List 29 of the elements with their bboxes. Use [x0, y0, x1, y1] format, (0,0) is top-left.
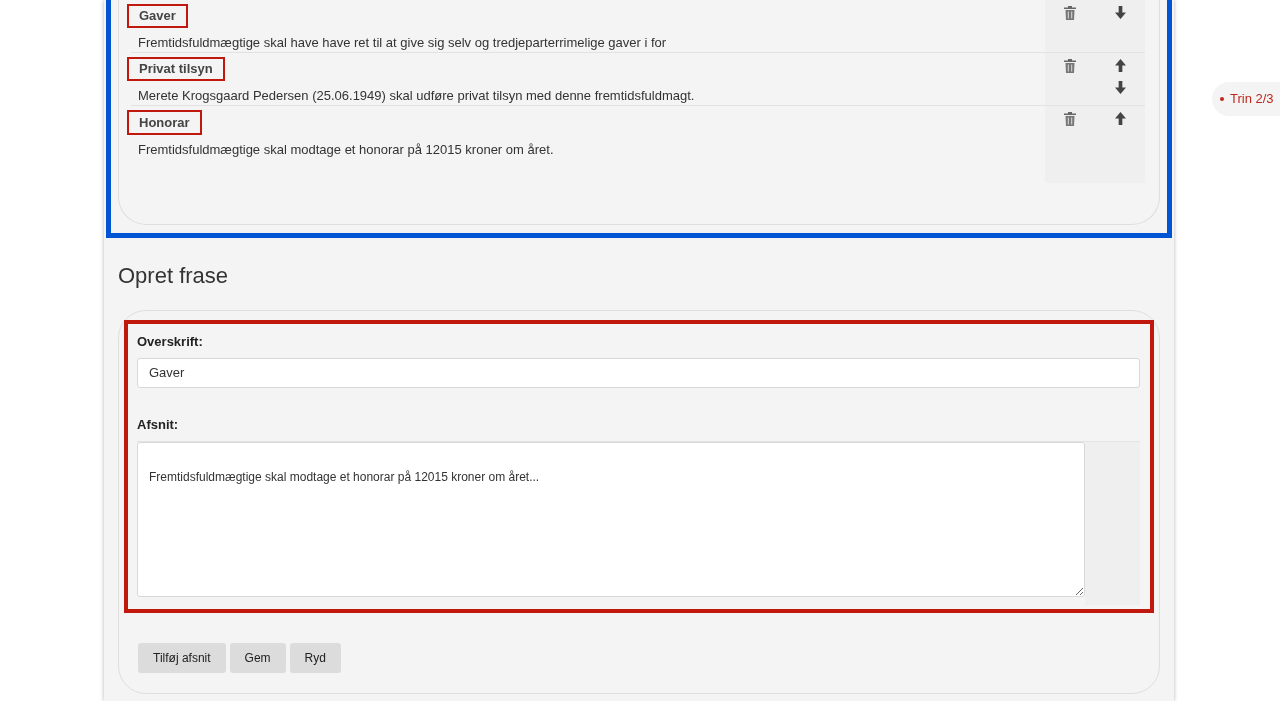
trash-icon — [1064, 112, 1076, 126]
delete-button[interactable] — [1064, 59, 1076, 73]
arrow-down-icon — [1114, 6, 1126, 19]
phrase-title: Honorar — [127, 110, 202, 135]
trash-icon — [1064, 6, 1076, 20]
trash-icon — [1064, 59, 1076, 73]
delete-button[interactable] — [1064, 6, 1076, 20]
section-heading: Opret frase — [118, 262, 230, 290]
move-up-button[interactable] — [1114, 112, 1126, 125]
section-textarea[interactable]: Fremtidsfuldmægtige skal modtage et honorar på 12015 kroner om året... — [137, 442, 1085, 597]
arrow-up-icon — [1114, 59, 1126, 72]
phrase-title: Privat tilsyn — [127, 57, 225, 81]
phrase-text: Fremtidsfuldmægtige skal modtage et honorar på 12015 kroner om året. — [138, 140, 555, 159]
move-down-button[interactable] — [1114, 6, 1126, 19]
delete-button[interactable] — [1064, 112, 1076, 126]
form-button[interactable]: Ryd — [289, 643, 341, 673]
arrow-down-icon — [1114, 81, 1126, 94]
phrase-title: Gaver — [127, 4, 188, 28]
title-input[interactable]: Gaver — [137, 357, 1140, 388]
field-label: Overskrift: — [137, 333, 204, 351]
phrase-text: Merete Krogsgaard Pedersen (25.06.1949) skal udføre privat tilsyn med denne fremtidsfuldmagt. — [138, 86, 696, 105]
move-down-button[interactable] — [1114, 81, 1126, 94]
field-label: Afsnit: — [137, 415, 180, 434]
move-up-button[interactable] — [1114, 59, 1126, 72]
phrase-text: Fremtidsfuldmægtige skal have have ret til at give sig selv og tredjeparterrimelige gaver i for — [138, 33, 668, 52]
step-indicator: Trin 2/3 — [1230, 90, 1274, 109]
form-button[interactable]: Gem — [229, 643, 286, 673]
arrow-up-icon — [1114, 112, 1126, 125]
form-button[interactable]: Tilføj afsnit — [138, 643, 226, 673]
